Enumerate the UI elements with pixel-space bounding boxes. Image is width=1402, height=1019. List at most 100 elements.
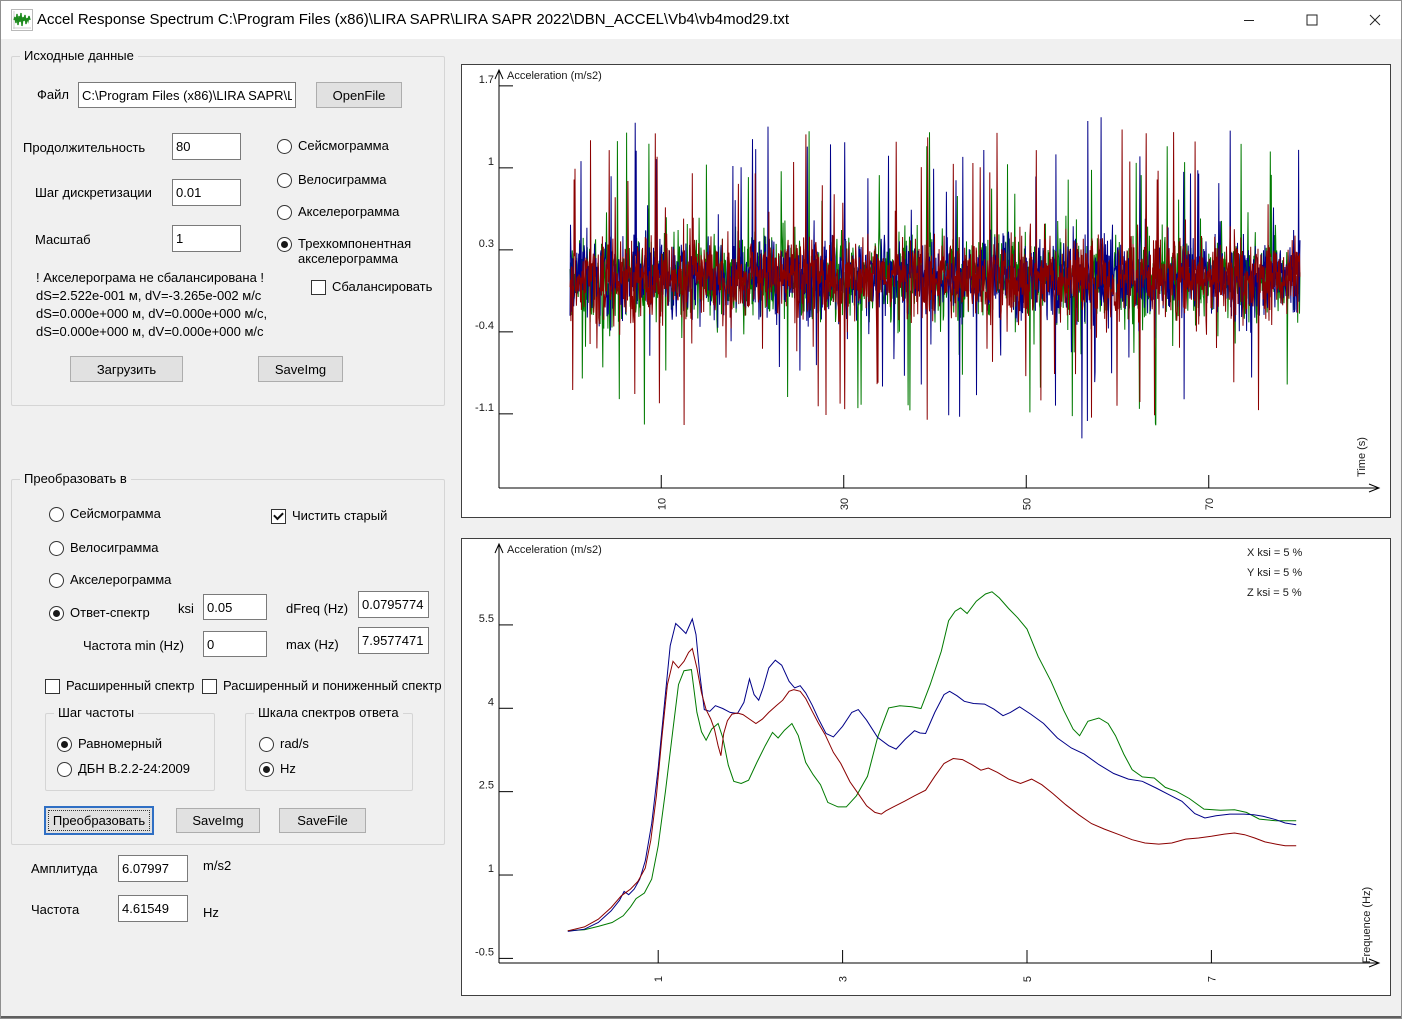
svg-text:70: 70: [1204, 498, 1216, 510]
source-data-group-title: Исходные данные: [20, 48, 138, 63]
step-label: Шаг дискретизации: [35, 185, 152, 200]
series-line-X-ksi-5-: [567, 591, 1297, 932]
ksi-input[interactable]: [203, 594, 267, 620]
step-input[interactable]: [172, 179, 241, 206]
svg-text:3: 3: [838, 976, 850, 982]
radio-circle: [277, 139, 292, 154]
balance-checkbox[interactable]: Сбалансировать: [311, 279, 432, 295]
freq-min-input[interactable]: [203, 631, 267, 657]
extended-lowered-spectrum-checkbox[interactable]: Расширенный и пониженный спектр: [202, 678, 442, 694]
waveform-chart-icon: [11, 9, 33, 31]
dfreq-input[interactable]: [358, 591, 429, 618]
window-title: Accel Response Spectrum C:\Program Files…: [37, 11, 789, 28]
file-path-input[interactable]: [78, 82, 296, 108]
checkbox-label: Чистить старый: [292, 508, 388, 523]
duration-label: Продолжительность: [23, 140, 146, 155]
minimize-button[interactable]: [1226, 1, 1272, 39]
freq-max-input[interactable]: [358, 627, 429, 654]
legend-item: Y ksi = 5 %: [1247, 567, 1302, 579]
dfreq-label: dFreq (Hz): [286, 601, 349, 616]
radio-circle: [277, 237, 292, 252]
checkbox-box: [271, 509, 286, 524]
freq-min-label: Частота min (Hz): [83, 638, 184, 653]
svg-text:1: 1: [488, 156, 494, 168]
svg-text:7: 7: [1206, 976, 1218, 982]
accelerogram-chart: 1.7 1 0.3 -0.4 -1.1 10 30 50 70 Acceleration (m/s…: [475, 68, 1381, 510]
frequency-input[interactable]: [118, 895, 188, 922]
radio-circle: [57, 762, 72, 777]
svg-text:0.3: 0.3: [479, 238, 494, 250]
scale-label: Масштаб: [35, 232, 91, 247]
convert-radio-accelerogram[interactable]: Акселерограмма: [49, 572, 171, 588]
radio-label: Равномерный: [78, 736, 162, 751]
response-spectrum-chart-panel: 5.5 4 2.5 1 -0.5 1 3 5 7 Acceleration (m/s2) Frequ…: [461, 538, 1391, 996]
svg-text:Acceleration (m/s2): Acceleration (m/s2): [507, 70, 602, 82]
radio-label: Трехкомпонентная акселерограмма: [298, 236, 412, 266]
svg-text:4: 4: [488, 696, 494, 708]
svg-text:2.5: 2.5: [479, 780, 494, 792]
clear-old-checkbox[interactable]: Чистить старый: [271, 508, 387, 524]
radio-circle: [277, 173, 292, 188]
source-radio-three-component[interactable]: Трехкомпонентная акселерограмма: [277, 236, 427, 266]
savefile-button[interactable]: SaveFile: [279, 808, 366, 833]
radio-label: ДБН В.2.2-24:2009: [78, 761, 191, 776]
load-button[interactable]: Загрузить: [70, 356, 183, 382]
maximize-icon: [1306, 14, 1318, 26]
radio-label: Hz: [280, 761, 296, 776]
freq-step-radio-dbn[interactable]: ДБН В.2.2-24:2009: [57, 761, 190, 777]
open-file-button[interactable]: OpenFile: [316, 82, 402, 108]
radio-circle: [49, 606, 64, 621]
checkbox-box: [311, 280, 326, 295]
accelerogram-chart-panel: 1.7 1 0.3 -0.4 -1.1 10 30 50 70 Acceleration (m/s…: [461, 64, 1391, 518]
svg-text:1.7: 1.7: [479, 74, 494, 86]
source-radio-accelerogram[interactable]: Акселерограмма: [277, 204, 399, 220]
convert-saveimg-button[interactable]: SaveImg: [176, 808, 260, 833]
convert-button[interactable]: Преобразовать: [45, 807, 153, 834]
amplitude-input[interactable]: [118, 855, 188, 882]
source-radio-seismogram[interactable]: Сейсмограмма: [277, 138, 389, 154]
convert-radio-velosigram[interactable]: Велосиграмма: [49, 540, 159, 556]
response-spectrum-chart: 5.5 4 2.5 1 -0.5 1 3 5 7 Acceleration (m/s2) Frequ…: [475, 542, 1381, 982]
svg-text:Frequence (Hz): Frequence (Hz): [1361, 887, 1373, 963]
close-button[interactable]: [1352, 1, 1398, 39]
svg-text:30: 30: [839, 498, 851, 510]
title-bar: Accel Response Spectrum C:\Program Files…: [1, 1, 1401, 39]
scale-radio-hz[interactable]: Hz: [259, 761, 296, 777]
freq-step-radio-uniform[interactable]: Равномерный: [57, 736, 162, 752]
extended-spectrum-checkbox[interactable]: Расширенный спектр: [45, 678, 194, 694]
radio-label: Сейсмограмма: [298, 138, 389, 153]
scale-radio-rads[interactable]: rad/s: [259, 736, 309, 752]
radio-circle: [49, 573, 64, 588]
duration-input[interactable]: [172, 133, 241, 160]
radio-circle: [277, 205, 292, 220]
checkbox-box: [202, 679, 217, 694]
maximize-button[interactable]: [1289, 1, 1335, 39]
amplitude-label: Амплитуда: [31, 861, 98, 876]
checkbox-label: Расширенный и пониженный спектр: [223, 678, 442, 693]
source-radio-velosigram[interactable]: Велосиграмма: [277, 172, 387, 188]
warning-line-2: dS=2.522e-001 м, dV=-3.265e-002 м/с: [36, 288, 262, 303]
convert-radio-seismogram[interactable]: Сейсмограмма: [49, 506, 161, 522]
convert-radio-response-spectrum[interactable]: Ответ-спектр: [49, 605, 150, 621]
radio-label: Ответ-спектр: [70, 605, 150, 620]
svg-text:5.5: 5.5: [479, 613, 494, 625]
window-bottom-edge: [1, 1016, 1401, 1018]
radio-circle: [259, 762, 274, 777]
convert-group-title: Преобразовать в: [20, 471, 131, 486]
svg-text:-0.4: -0.4: [475, 320, 494, 332]
checkbox-box: [45, 679, 60, 694]
svg-text:1: 1: [488, 863, 494, 875]
source-saveimg-button[interactable]: SaveImg: [258, 356, 343, 382]
radio-label: rad/s: [280, 736, 309, 751]
scale-input[interactable]: [172, 225, 241, 252]
scale-groupbox: Шкала спектров ответа: [245, 705, 413, 791]
svg-text:5: 5: [1022, 976, 1034, 982]
app-window: Accel Response Spectrum C:\Program Files…: [0, 0, 1402, 1019]
freq-max-label: max (Hz): [286, 637, 339, 652]
warning-line-3: dS=0.000e+000 м, dV=0.000e+000 м/с,: [36, 306, 268, 321]
client-area: Исходные данные Файл OpenFile Продолжите…: [1, 39, 1401, 1018]
radio-label: Акселерограмма: [298, 204, 400, 219]
checkbox-label: Расширенный спектр: [66, 678, 195, 693]
amplitude-unit: m/s2: [203, 858, 232, 873]
legend-item: Z ksi = 5 %: [1247, 587, 1302, 599]
